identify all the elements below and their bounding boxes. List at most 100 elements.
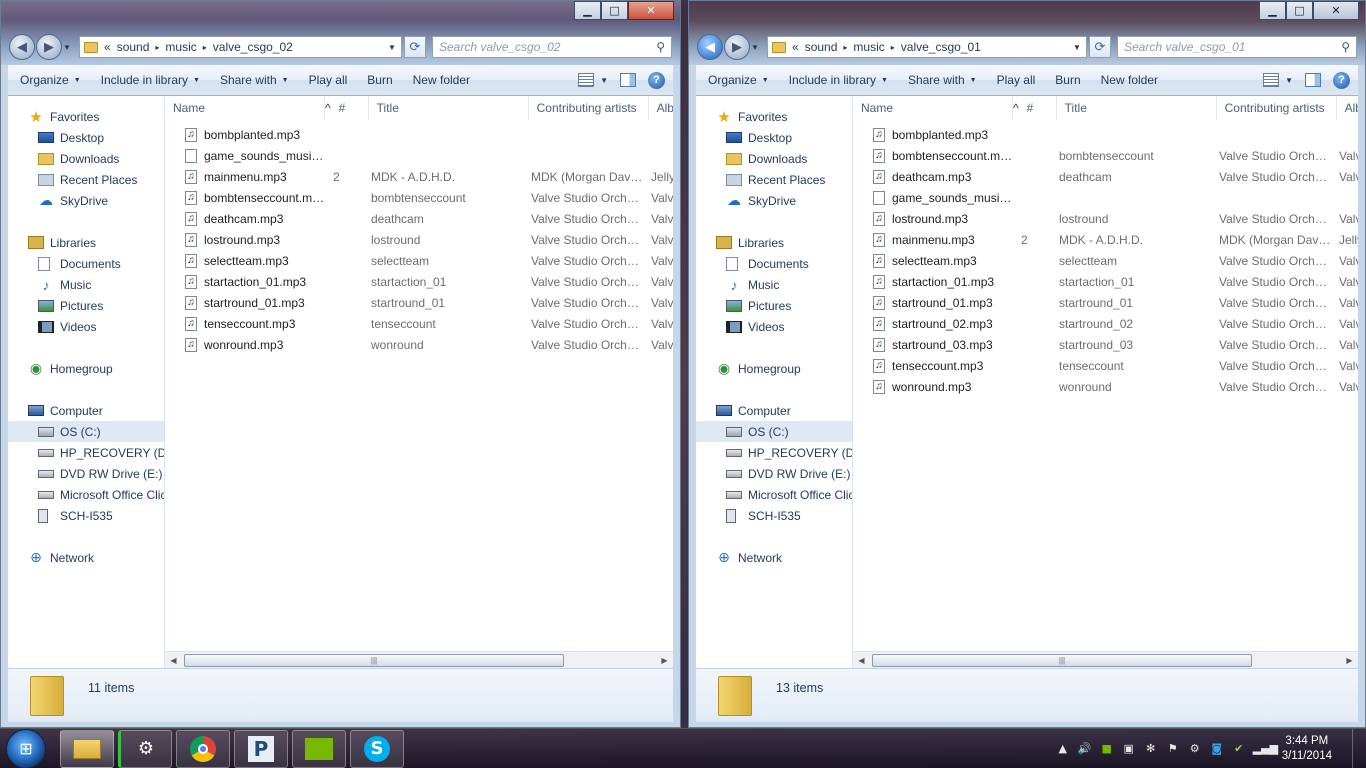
back-button[interactable]: ◀ (9, 34, 35, 60)
nav-item-documents[interactable]: Documents (8, 253, 164, 274)
new-folder-button[interactable]: New folder (1091, 65, 1168, 95)
close-button[interactable]: ✕ (1313, 1, 1359, 20)
close-button[interactable]: ✕ (628, 1, 674, 20)
app-tray-icon[interactable]: ◙ (1209, 742, 1225, 755)
clock-date[interactable]: 3/11/2014 (1282, 749, 1332, 764)
nav-item-desktop[interactable]: Desktop (8, 127, 164, 148)
breadcrumb-sound[interactable]: sound (117, 40, 150, 54)
nav-item-recent-places[interactable]: Recent Places (696, 169, 852, 190)
file-row[interactable]: ♫ bombplanted.mp3 (853, 124, 1358, 145)
scroll-right-icon[interactable]: ▶ (1341, 652, 1358, 669)
file-row[interactable]: ♫ startround_03.mp3 startround_03 Valve Stu… (853, 334, 1358, 355)
windows-explorer-taskbar-icon[interactable] (60, 729, 114, 768)
minimize-button[interactable]: ▁ (574, 1, 601, 20)
column-header-contributing-artists[interactable]: Contributing artists (1217, 96, 1337, 120)
search-placeholder[interactable]: Search valve_csgo_02 (439, 40, 560, 54)
security-tray-icon[interactable]: ✔ (1231, 742, 1247, 755)
recent-pages-dropdown[interactable]: ▼ (751, 43, 763, 52)
scroll-right-icon[interactable]: ▶ (656, 652, 673, 669)
column-header-name[interactable]: Name (165, 96, 325, 120)
search-placeholder[interactable]: Search valve_csgo_01 (1124, 40, 1245, 54)
view-options-dropdown[interactable]: ▼ (1285, 76, 1293, 85)
show-desktop-button[interactable] (1352, 728, 1366, 768)
nav-item-microsoft-office-click-to-run[interactable]: Microsoft Office Click-to-Run (696, 484, 852, 505)
play-all-button[interactable]: Play all (299, 65, 358, 95)
address-bar[interactable]: « sound ▸ music ▸ valve_csgo_02 ▼ (79, 36, 402, 58)
nav-item-recent-places[interactable]: Recent Places (8, 169, 164, 190)
nav-item-skydrive[interactable]: ☁ SkyDrive (8, 190, 164, 211)
nav-item-computer[interactable]: Computer (8, 400, 164, 421)
file-row[interactable]: ♫ deathcam.mp3 deathcam Valve Studio Orches… (853, 166, 1358, 187)
search-box[interactable]: Search valve_csgo_01 ⚲ (1117, 36, 1357, 58)
nvidia-taskbar-icon[interactable] (292, 729, 346, 768)
volume-icon[interactable]: 🔊 (1077, 742, 1093, 755)
scroll-thumb[interactable]: ||| (184, 653, 564, 667)
file-row[interactable]: ♫ lostround.mp3 lostround Valve Studio Orch… (853, 208, 1358, 229)
monitor-tray-icon[interactable]: ▣ (1121, 742, 1137, 755)
new-folder-button[interactable]: New folder (403, 65, 480, 95)
scroll-track[interactable]: ||| (870, 653, 1341, 667)
column-header-title[interactable]: Title (1057, 96, 1217, 120)
address-dropdown[interactable]: ▼ (383, 43, 401, 52)
nav-item-pictures[interactable]: Pictures (8, 295, 164, 316)
nav-item-computer[interactable]: Computer (696, 400, 852, 421)
nav-item-downloads[interactable]: Downloads (8, 148, 164, 169)
file-row[interactable]: ♫ wonround.mp3 wonround Valve Studio Orches… (165, 334, 673, 355)
breadcrumb-separator[interactable]: ▸ (203, 43, 207, 52)
scroll-left-icon[interactable]: ◀ (165, 652, 182, 669)
breadcrumb-separator[interactable]: ▸ (891, 43, 895, 52)
organize-button[interactable]: Organize ▼ (698, 65, 779, 95)
scroll-left-icon[interactable]: ◀ (853, 652, 870, 669)
file-row[interactable]: ♫ selectteam.mp3 selectteam Valve Studio Or… (853, 250, 1358, 271)
nav-item-videos[interactable]: Videos (8, 316, 164, 337)
nav-item-music[interactable]: ♪ Music (696, 274, 852, 295)
file-row[interactable]: ♫ startaction_01.mp3 startaction_01 Valve S… (853, 271, 1358, 292)
column-header-number[interactable]: # (1019, 96, 1057, 120)
nav-item-network[interactable]: ⊕ Network (696, 547, 852, 568)
file-row[interactable]: ♫ mainmenu.mp3 2 MDK - A.D.H.D. MDK (Morgan … (165, 166, 673, 187)
play-all-button[interactable]: Play all (987, 65, 1046, 95)
burn-button[interactable]: Burn (357, 65, 402, 95)
nav-item-downloads[interactable]: Downloads (696, 148, 852, 169)
clock[interactable]: 3:44 PM 3/11/2014 (1282, 734, 1332, 764)
file-row[interactable]: ♫ game_sounds_music.txt (165, 145, 673, 166)
forward-button[interactable]: ▶ (36, 34, 62, 60)
nav-item-pictures[interactable]: Pictures (696, 295, 852, 316)
nav-item-libraries[interactable]: Libraries (696, 232, 852, 253)
clock-time[interactable]: 3:44 PM (1282, 734, 1332, 749)
file-row[interactable]: ♫ tenseccount.mp3 tenseccount Valve Studio … (165, 313, 673, 334)
include-in-library-button[interactable]: Include in library ▼ (91, 65, 210, 95)
show-hidden-icons-icon[interactable]: ▲ (1055, 742, 1071, 755)
forward-button[interactable]: ▶ (724, 34, 750, 60)
nav-item-homegroup[interactable]: ◉ Homegroup (696, 358, 852, 379)
file-row[interactable]: ♫ tenseccount.mp3 tenseccount Valve Studio … (853, 355, 1358, 376)
file-row[interactable]: ♫ startround_01.mp3 startround_01 Valve Stu… (853, 292, 1358, 313)
preview-pane-icon[interactable] (620, 73, 636, 87)
column-header-title[interactable]: Title (369, 96, 529, 120)
burn-button[interactable]: Burn (1045, 65, 1090, 95)
breadcrumb-sound[interactable]: sound (805, 40, 838, 54)
file-row[interactable]: ♫ lostround.mp3 lostround Valve Studio Orch… (165, 229, 673, 250)
nav-item-libraries[interactable]: Libraries (8, 232, 164, 253)
scroll-thumb[interactable]: ||| (872, 653, 1252, 667)
action-center-flag-icon[interactable]: ⚑ (1165, 742, 1181, 755)
change-view-icon[interactable] (1263, 73, 1280, 87)
steam-taskbar-icon[interactable]: ⚙ (118, 729, 172, 768)
breadcrumb-separator[interactable]: ▸ (155, 43, 159, 52)
file-row[interactable]: ♫ bombtenseccount.mp3 bombtenseccount Valve… (165, 187, 673, 208)
scroll-track[interactable]: ||| (182, 653, 656, 667)
breadcrumb-music[interactable]: music (853, 40, 884, 54)
back-button[interactable]: ◀ (697, 34, 723, 60)
nav-item-os-c[interactable]: OS (C:) (696, 421, 852, 442)
search-icon[interactable]: ⚲ (656, 40, 665, 54)
organize-button[interactable]: Organize ▼ (10, 65, 91, 95)
address-dropdown[interactable]: ▼ (1068, 43, 1086, 52)
steam-tray-icon[interactable]: ⚙ (1187, 742, 1203, 755)
nav-item-sch-i535[interactable]: SCH-I535 (8, 505, 164, 526)
file-row[interactable]: ♫ wonround.mp3 wonround Valve Studio Orches… (853, 376, 1358, 397)
chrome-taskbar-icon[interactable] (176, 729, 230, 768)
maximize-button[interactable]: □ (1286, 1, 1313, 20)
nav-item-desktop[interactable]: Desktop (696, 127, 852, 148)
breadcrumb-music[interactable]: music (165, 40, 196, 54)
breadcrumb-separator[interactable]: ▸ (843, 43, 847, 52)
